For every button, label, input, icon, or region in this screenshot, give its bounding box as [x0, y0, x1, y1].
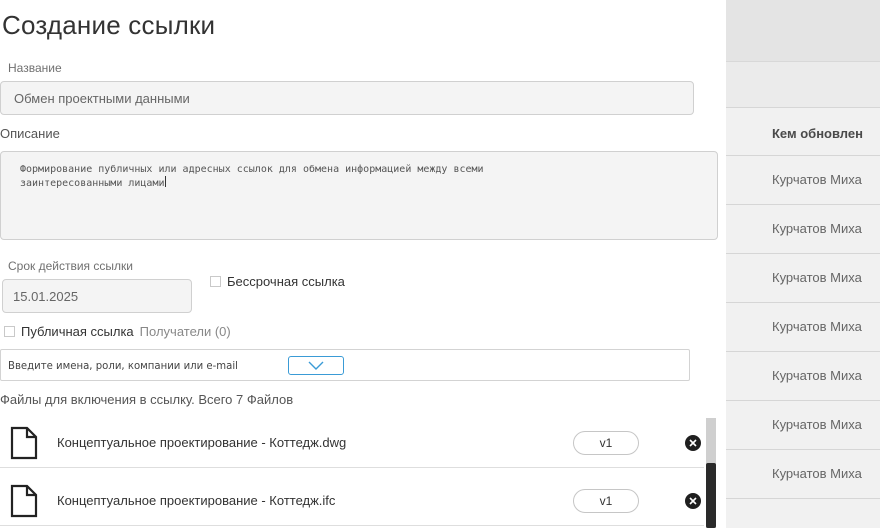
recipients-input[interactable]: Введите имена, роли, компании или e-mail [0, 349, 690, 381]
table-row [726, 498, 880, 528]
chevron-down-icon [308, 361, 324, 370]
cell-updated-by: Курчатов Миха [772, 319, 862, 334]
files-scrollbar-thumb[interactable] [706, 463, 716, 528]
version-selector[interactable]: v1 [573, 431, 639, 455]
cell-updated-by: Курчатов Миха [772, 368, 862, 383]
remove-icon[interactable] [685, 493, 701, 509]
expiry-label: Срок действия ссылки [8, 259, 133, 273]
recipients-placeholder: Введите имена, роли, компании или e-mail [8, 359, 238, 372]
description-text: Формирование публичных или адресных ссыл… [20, 164, 484, 189]
file-icon [10, 484, 38, 518]
table-row[interactable]: Курчатов Миха [726, 351, 880, 400]
unlimited-link-label: Бессрочная ссылка [227, 274, 345, 289]
column-header-updated-by[interactable]: Кем обновлен [772, 126, 863, 141]
background-table: Кем обновлен Курчатов Миха Курчатов Миха… [726, 0, 880, 528]
modal-title: Создание ссылки [2, 10, 216, 40]
file-row: Концептуальное проектирование - Коттедж.… [0, 418, 704, 468]
table-row[interactable]: Курчатов Миха [726, 400, 880, 449]
description-label: Описание [0, 126, 60, 141]
version-selector[interactable]: v1 [573, 489, 639, 513]
background-filter-bar [726, 62, 880, 108]
remove-icon[interactable] [685, 435, 701, 451]
checkbox-icon[interactable] [210, 276, 221, 287]
recipients-dropdown-button[interactable] [288, 356, 344, 375]
cell-updated-by: Курчатов Миха [772, 221, 862, 236]
table-row[interactable]: Курчатов Миха [726, 204, 880, 253]
table-row[interactable]: Курчатов Миха [726, 302, 880, 351]
cell-updated-by: Курчатов Миха [772, 466, 862, 481]
file-row: Концептуальное проектирование - Коттедж.… [0, 476, 704, 526]
table-row[interactable]: Курчатов Миха [726, 253, 880, 302]
file-name: Концептуальное проектирование - Коттедж.… [57, 493, 336, 508]
cell-updated-by: Курчатов Миха [772, 270, 862, 285]
background-toolbar [726, 0, 880, 62]
files-section-title: Файлы для включения в ссылку. Всего 7 Фа… [0, 392, 294, 407]
file-icon [10, 426, 38, 460]
cell-updated-by: Курчатов Миха [772, 172, 862, 187]
checkbox-icon[interactable] [4, 326, 15, 337]
cell-updated-by: Курчатов Миха [772, 417, 862, 432]
name-field[interactable]: Обмен проектными данными [0, 81, 694, 115]
text-cursor [164, 176, 166, 187]
expiry-date-field[interactable]: 15.01.2025 [2, 279, 192, 313]
recipients-count-label: Получатели (0) [139, 324, 231, 339]
file-name: Концептуальное проектирование - Коттедж.… [57, 435, 347, 450]
table-row[interactable]: Курчатов Миха [726, 449, 880, 498]
public-link-label: Публичная ссылка [21, 324, 134, 339]
create-link-modal: Создание ссылки Название Обмен проектным… [0, 0, 726, 528]
description-field[interactable]: Формирование публичных или адресных ссыл… [0, 151, 718, 240]
unlimited-link-option[interactable]: Бессрочная ссылка [210, 274, 345, 289]
name-label: Название [8, 61, 62, 75]
public-link-option[interactable]: Публичная ссылка Получатели (0) [4, 324, 231, 339]
table-row[interactable]: Курчатов Миха [726, 155, 880, 204]
